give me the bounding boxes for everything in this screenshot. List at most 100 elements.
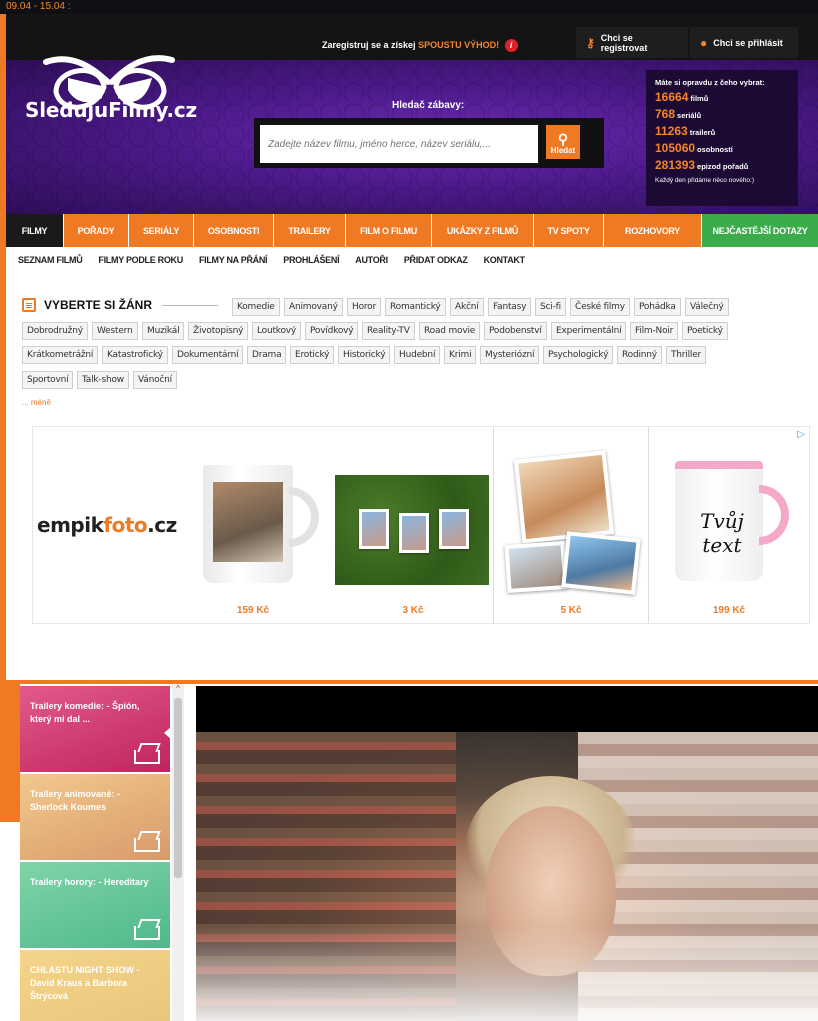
subnav-prohlaseni[interactable]: Prohlášení <box>283 255 339 265</box>
search-icon: ⚲ <box>557 131 569 147</box>
genre-chip[interactable]: Pohádka <box>634 298 681 316</box>
stats-row: 16664 filmů <box>655 90 709 104</box>
genre-chip[interactable]: Válečný <box>685 298 729 316</box>
genre-chip[interactable]: Talk-show <box>77 371 129 389</box>
subnav-pridat-odkaz[interactable]: Přidat odkaz <box>404 255 468 265</box>
genre-chip[interactable]: Povídkový <box>305 322 359 340</box>
genre-chip[interactable]: Sportovní <box>22 371 74 389</box>
tab-trailery[interactable]: Trailery <box>274 214 346 247</box>
trailer-card-title: CHLASTU NIGHT SHOW - David Kraus a Barbo… <box>30 965 140 1001</box>
genre-chip[interactable]: Fantasy <box>488 298 532 316</box>
subnav-autori[interactable]: Autoři <box>355 255 388 265</box>
subnav-seznam-filmu[interactable]: Seznam filmů <box>18 255 83 265</box>
genre-chip[interactable]: Erotický <box>290 346 335 364</box>
scroll-thumb[interactable] <box>174 698 182 878</box>
register-link-label: Chci se registrovat <box>600 32 648 53</box>
genre-chip[interactable]: České filmy <box>570 298 630 316</box>
subnav-filmy-na-prani[interactable]: Filmy na přání <box>199 255 268 265</box>
tab-ukazky-z-filmu[interactable]: Ukázky z filmů <box>432 214 534 247</box>
genre-chip[interactable]: Drama <box>247 346 287 364</box>
genre-chip[interactable]: Dokumentární <box>172 346 244 364</box>
scroll-up-icon[interactable]: ^ <box>173 684 183 694</box>
genre-title: VYBERTE SI ŽÁNR <box>44 298 153 312</box>
user-icon: ● <box>700 35 708 50</box>
genre-chip[interactable]: Akční <box>450 298 484 316</box>
genre-chip[interactable]: Film-Noir <box>630 322 679 340</box>
search-button[interactable]: ⚲ Hledat <box>546 125 580 159</box>
ad-brand: empikfoto.cz <box>37 513 177 537</box>
stats-row: 768 seriálů <box>655 107 702 121</box>
trailer-card[interactable]: Trailery komedie: - Špión, který mi dal … <box>20 686 170 772</box>
genre-chip[interactable]: Psychologický <box>543 346 614 364</box>
genre-chip[interactable]: Road movie <box>419 322 481 340</box>
genre-chip[interactable]: Romantický <box>385 298 446 316</box>
genre-chip[interactable]: Horor <box>347 298 381 316</box>
stats-heading: Máte si opravdu z čeho vybrat: <box>655 78 765 87</box>
genre-chip[interactable]: Komedie <box>232 298 280 316</box>
register-link[interactable]: ⚷ Chci se registrovat <box>576 27 688 58</box>
date-range: 09.04 - 15.04 : <box>0 0 818 14</box>
login-link-label: Chci se přihlásit <box>713 37 783 48</box>
trailer-card[interactable]: CHLASTU NIGHT SHOW - David Kraus a Barbo… <box>20 950 170 1021</box>
genre-chip[interactable]: Mysteriózní <box>480 346 540 364</box>
ad-product-pink-mug[interactable]: Tvůj text 199 Kč <box>649 427 809 623</box>
genre-chip[interactable]: Thriller <box>666 346 707 364</box>
gallery-scrollbar[interactable]: ^ <box>172 684 184 1021</box>
trailer-gallery: Trailery komedie: - Špión, který mi dal … <box>0 684 818 1021</box>
price: 159 Kč <box>236 605 270 616</box>
subnav-filmy-podle-roku[interactable]: Filmy podle roku <box>98 255 183 265</box>
mug-text: Tvůj text <box>700 509 744 557</box>
genre-chip[interactable]: Muzikál <box>142 322 185 340</box>
genre-chip[interactable]: Loutkový <box>252 322 302 340</box>
genre-chip[interactable]: Reality-TV <box>362 322 415 340</box>
ad-product-mug[interactable]: 159 Kč <box>173 427 333 623</box>
info-icon[interactable]: i <box>504 39 518 52</box>
photo-clip <box>359 509 389 549</box>
login-link[interactable]: ● Chci se přihlásit <box>690 27 798 58</box>
main-nav: Filmy Pořady Seriály Osobnosti Trailery … <box>6 214 818 247</box>
tab-porady[interactable]: Pořady <box>64 214 129 247</box>
tab-serialy[interactable]: Seriály <box>129 214 194 247</box>
tab-film-o-filmu[interactable]: Film o filmu <box>346 214 432 247</box>
print-photo <box>504 540 568 594</box>
genre-chip[interactable]: Krimi <box>444 346 477 364</box>
search-input[interactable] <box>260 125 538 163</box>
genre-chip[interactable]: Hudební <box>394 346 441 364</box>
trailer-card-title: Trailery horory: - Hereditary <box>30 877 149 887</box>
genre-chip[interactable]: Podobenství <box>484 322 547 340</box>
genre-chip[interactable]: Animovaný <box>284 298 343 316</box>
search-title: Hledač zábavy: <box>392 100 465 111</box>
logo-eyes-icon[interactable] <box>16 42 194 142</box>
genre-chip[interactable]: Poetický <box>682 322 728 340</box>
pink-mug-handle <box>759 485 789 545</box>
photo-clip <box>439 509 469 549</box>
genre-chip[interactable]: Experimentální <box>551 322 627 340</box>
register-cta-text: Zaregistruj se a získej <box>322 40 416 50</box>
genre-chip[interactable]: Životopisný <box>188 322 249 340</box>
price: 3 Kč <box>402 605 424 616</box>
register-cta[interactable]: Zaregistruj se a získej SPOUSTU VÝHOD! i <box>322 39 518 52</box>
genre-chip[interactable]: Katastrofický <box>102 346 168 364</box>
ad-product-photos[interactable]: 3 Kč <box>333 427 493 623</box>
tab-rozhovory[interactable]: Rozhovory <box>604 214 702 247</box>
trailer-card[interactable]: Trailery horory: - Hereditary <box>20 862 170 948</box>
less-link[interactable]: ... méně <box>22 398 51 407</box>
ad-product-prints[interactable]: 5 Kč <box>493 427 649 623</box>
genre-chip[interactable]: Vánoční <box>133 371 177 389</box>
active-card-caret <box>164 726 172 740</box>
tab-osobnosti[interactable]: Osobnosti <box>194 214 274 247</box>
genre-chip[interactable]: Historický <box>338 346 391 364</box>
logo-text[interactable]: SledujuFilmy.cz <box>25 98 197 122</box>
subnav-kontakt[interactable]: Kontakt <box>484 255 526 265</box>
tab-filmy[interactable]: Filmy <box>6 214 64 247</box>
genre-chip[interactable]: Dobrodružný <box>22 322 88 340</box>
genre-chip[interactable]: Rodinný <box>617 346 662 364</box>
genre-chip[interactable]: Sci-fi <box>535 298 566 316</box>
tab-tv-spoty[interactable]: TV spoty <box>534 214 604 247</box>
genre-chip[interactable]: Western <box>92 322 138 340</box>
trailer-card[interactable]: Trailery animované: - Sherlock Koumes <box>20 774 170 860</box>
video-player[interactable] <box>196 686 818 1021</box>
genre-chip[interactable]: Krátkometrážní <box>22 346 99 364</box>
ad-banner[interactable]: ▷ empikfoto.cz 159 Kč 3 Kč 5 Kč Tvůj tex… <box>32 426 810 624</box>
tab-nejcastejsi-dotazy[interactable]: Nejčastější dotazy <box>702 214 818 247</box>
